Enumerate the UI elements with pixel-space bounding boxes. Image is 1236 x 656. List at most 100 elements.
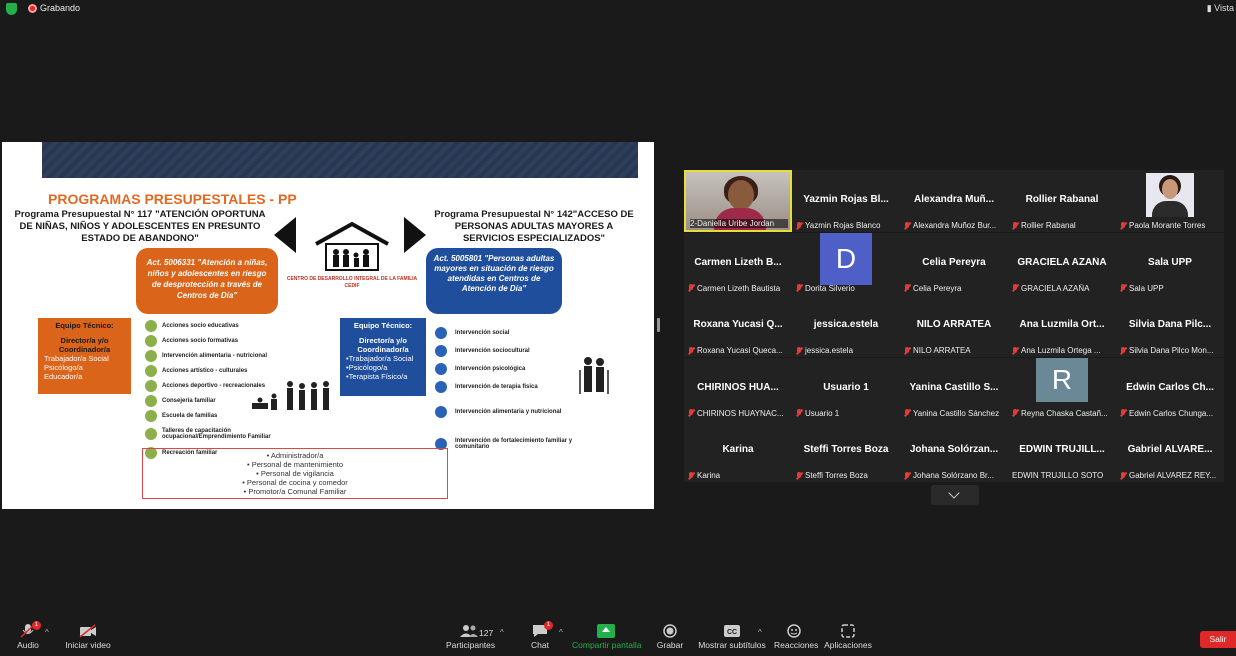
gallery-next-page-button[interactable] xyxy=(931,485,979,505)
chat-label: Chat xyxy=(531,640,549,650)
show-subtitles-button[interactable]: CC Mostrar subtítulos xyxy=(698,618,766,656)
slide-banner xyxy=(42,142,638,178)
participant-tile[interactable]: Carmen Lizeth B... Carmen Lizeth Bautista xyxy=(684,232,792,295)
subtitles-options-caret-icon[interactable]: ^ xyxy=(758,628,762,637)
participant-tile[interactable]: Gabriel ALVARE... Gabriel ALVAREZ REY... xyxy=(1116,420,1224,482)
participant-label-text: CHIRINOS HUAYNAC... xyxy=(697,408,784,418)
team-right-sub: Director/a y/o Coordinador/a xyxy=(357,336,409,354)
technical-team-right: Equipo Técnico: Director/a y/o Coordinad… xyxy=(340,318,426,396)
apps-button[interactable]: Aplicaciones xyxy=(824,618,872,656)
participant-label-text: Roxana Yucasi Queca... xyxy=(697,346,783,355)
chat-options-caret-icon[interactable]: ^ xyxy=(559,628,563,637)
participant-tile[interactable]: Edwin Carlos Ch... Edwin Carlos Chunga... xyxy=(1116,357,1224,420)
participant-label: Reyna Chaska Castañ... xyxy=(1012,409,1114,418)
elderly-couple-icon xyxy=(579,357,609,394)
list-item-label: Acciones socio formativas xyxy=(162,337,239,344)
share-screen-button[interactable]: Compartir pantalla xyxy=(572,618,641,656)
mic-muted-icon xyxy=(688,471,694,480)
participant-label-text: 2-Daniella Uribe Jordan xyxy=(690,219,775,228)
audio-options-caret-icon[interactable]: ^ xyxy=(45,628,49,637)
participant-tile[interactable]: Silvia Dana Pilc... Silvia Dana Pilco Mon… xyxy=(1116,295,1224,357)
participant-label-text: Reyna Chaska Castañ... xyxy=(1021,408,1108,418)
mic-muted-icon xyxy=(904,221,910,230)
mic-muted-icon xyxy=(1012,346,1018,355)
participant-label-text: Edwin Carlos Chunga... xyxy=(1129,408,1214,418)
participant-tile[interactable]: Johana Solórzan... Johana Solórzano Br... xyxy=(900,420,1008,482)
participant-tile[interactable]: Sala UPP Sala UPP xyxy=(1116,232,1224,295)
participant-label: Dorita Silverio xyxy=(796,284,898,293)
microphone-icon: 1 xyxy=(19,621,41,638)
participant-tile[interactable]: NILO ARRATEA NILO ARRATEA xyxy=(900,295,1008,357)
security-shield-icon[interactable] xyxy=(6,3,17,15)
participant-name: Carmen Lizeth B... xyxy=(694,256,782,268)
list-item: • Promotor/a Comunal Familiar xyxy=(243,487,347,496)
participant-label: Karina xyxy=(688,471,790,480)
action-icon xyxy=(435,381,447,393)
list-item-label: Escuela de familias xyxy=(162,412,218,419)
action-icon xyxy=(145,379,157,392)
mic-muted-icon xyxy=(1120,409,1126,417)
mic-muted-icon xyxy=(688,284,694,292)
participant-tile[interactable]: Yazmin Rojas Bl... Yazmin Rojas Blanco xyxy=(792,170,900,232)
mic-muted-icon xyxy=(904,409,910,417)
participant-tile[interactable]: Usuario 1 Usuario 1 xyxy=(792,357,900,420)
audio-button[interactable]: 1 Audio xyxy=(14,618,42,656)
participant-tile[interactable]: Yanina Castillo S... Yanina Castillo Sánc… xyxy=(900,357,1008,420)
participant-tile[interactable]: CHIRINOS HUA... CHIRINOS HUAYNAC... xyxy=(684,357,792,420)
participant-tile[interactable]: Karina Karina xyxy=(684,420,792,482)
participant-label-text: Ana Luzmila Ortega ... xyxy=(1021,346,1101,355)
participants-label: Participantes xyxy=(446,640,496,650)
list-item: Intervención alimentaria y nutricional xyxy=(435,396,585,428)
participant-tile[interactable]: GRACIELA AZAÑA GRACIELA AZAÑA xyxy=(1008,232,1116,295)
action-icon xyxy=(435,406,447,418)
chat-button[interactable]: 1 Chat xyxy=(526,618,554,656)
participant-tile[interactable]: D Dorita Silverio xyxy=(792,232,900,295)
mic-muted-icon xyxy=(904,471,910,480)
slide-title: PROGRAMAS PRESUPESTALES - PP xyxy=(48,191,297,207)
participant-name: Ana Luzmila Ort... xyxy=(1019,319,1105,330)
view-button[interactable]: ▮ Vista xyxy=(1207,3,1234,14)
mic-muted-icon xyxy=(1012,284,1018,292)
participants-options-caret-icon[interactable]: ^ xyxy=(500,628,504,637)
record-button[interactable]: Grabar xyxy=(654,618,686,656)
start-video-button[interactable]: Iniciar video xyxy=(64,618,112,656)
family-silhouette-icon xyxy=(252,381,329,410)
participant-label: GRACIELA AZAÑA xyxy=(1012,284,1114,293)
participant-tile[interactable]: Paola Morante Torres xyxy=(1116,170,1224,232)
participant-name: Celia Pereyra xyxy=(922,256,986,268)
start-video-label: Iniciar video xyxy=(65,640,111,650)
mic-muted-icon xyxy=(1012,409,1018,417)
participant-name: Karina xyxy=(722,444,754,455)
list-item: Intervención alimentaria - nutricional xyxy=(145,348,285,363)
participant-tile[interactable]: EDWIN TRUJILL... EDWIN TRUJILLO SOTO xyxy=(1008,420,1116,482)
action-icon xyxy=(435,327,447,339)
list-item: Acciones socio formativas xyxy=(145,333,285,348)
share-screen-icon xyxy=(597,624,615,638)
participant-name: jessica.estela xyxy=(813,319,879,330)
participant-tile[interactable]: Steffi Torres Boza Steffi Torres Boza xyxy=(792,420,900,482)
mic-muted-icon xyxy=(688,346,694,355)
participant-tile[interactable]: 2-Daniella Uribe Jordan xyxy=(684,170,792,232)
record-label: Grabar xyxy=(656,640,684,650)
participant-label-text: Dorita Silverio xyxy=(805,283,855,293)
participant-tile[interactable]: Rollier Rabanal Rollier Rabanal xyxy=(1008,170,1116,232)
participant-tile[interactable]: Alexandra Muñ... Alexandra Muñoz Bur... xyxy=(900,170,1008,232)
participant-tile[interactable]: R Reyna Chaska Castañ... xyxy=(1008,357,1116,420)
audio-label: Audio xyxy=(17,640,39,650)
participant-tile[interactable]: Celia Pereyra Celia Pereyra xyxy=(900,232,1008,295)
cedif-caption: CENTRO DE DESARROLLO INTEGRAL DE LA FAMI… xyxy=(286,276,418,289)
participant-tile[interactable]: Roxana Yucasi Q... Roxana Yucasi Queca... xyxy=(684,295,792,357)
recording-icon xyxy=(28,4,37,13)
team-left-item: Educador/a xyxy=(44,372,83,381)
reactions-button[interactable]: Reacciones xyxy=(774,618,819,656)
participant-label-text: GRACIELA AZAÑA xyxy=(1021,283,1090,293)
leave-meeting-button[interactable]: Salir xyxy=(1200,631,1236,648)
team-left-item: Trabajador/a Social xyxy=(44,354,109,363)
split-resize-handle[interactable] xyxy=(657,318,660,332)
participant-tile[interactable]: jessica.estela jessica.estela xyxy=(792,295,900,357)
reactions-label: Reacciones xyxy=(774,640,819,650)
list-item: • Personal de cocina y comedor xyxy=(242,478,348,487)
participants-count: 127 xyxy=(479,628,494,638)
participant-tile[interactable]: Ana Luzmila Ort... Ana Luzmila Ortega ... xyxy=(1008,295,1116,357)
program-117-heading: Programa Presupuestal N° 117 "ATENCIÓN O… xyxy=(14,209,266,244)
